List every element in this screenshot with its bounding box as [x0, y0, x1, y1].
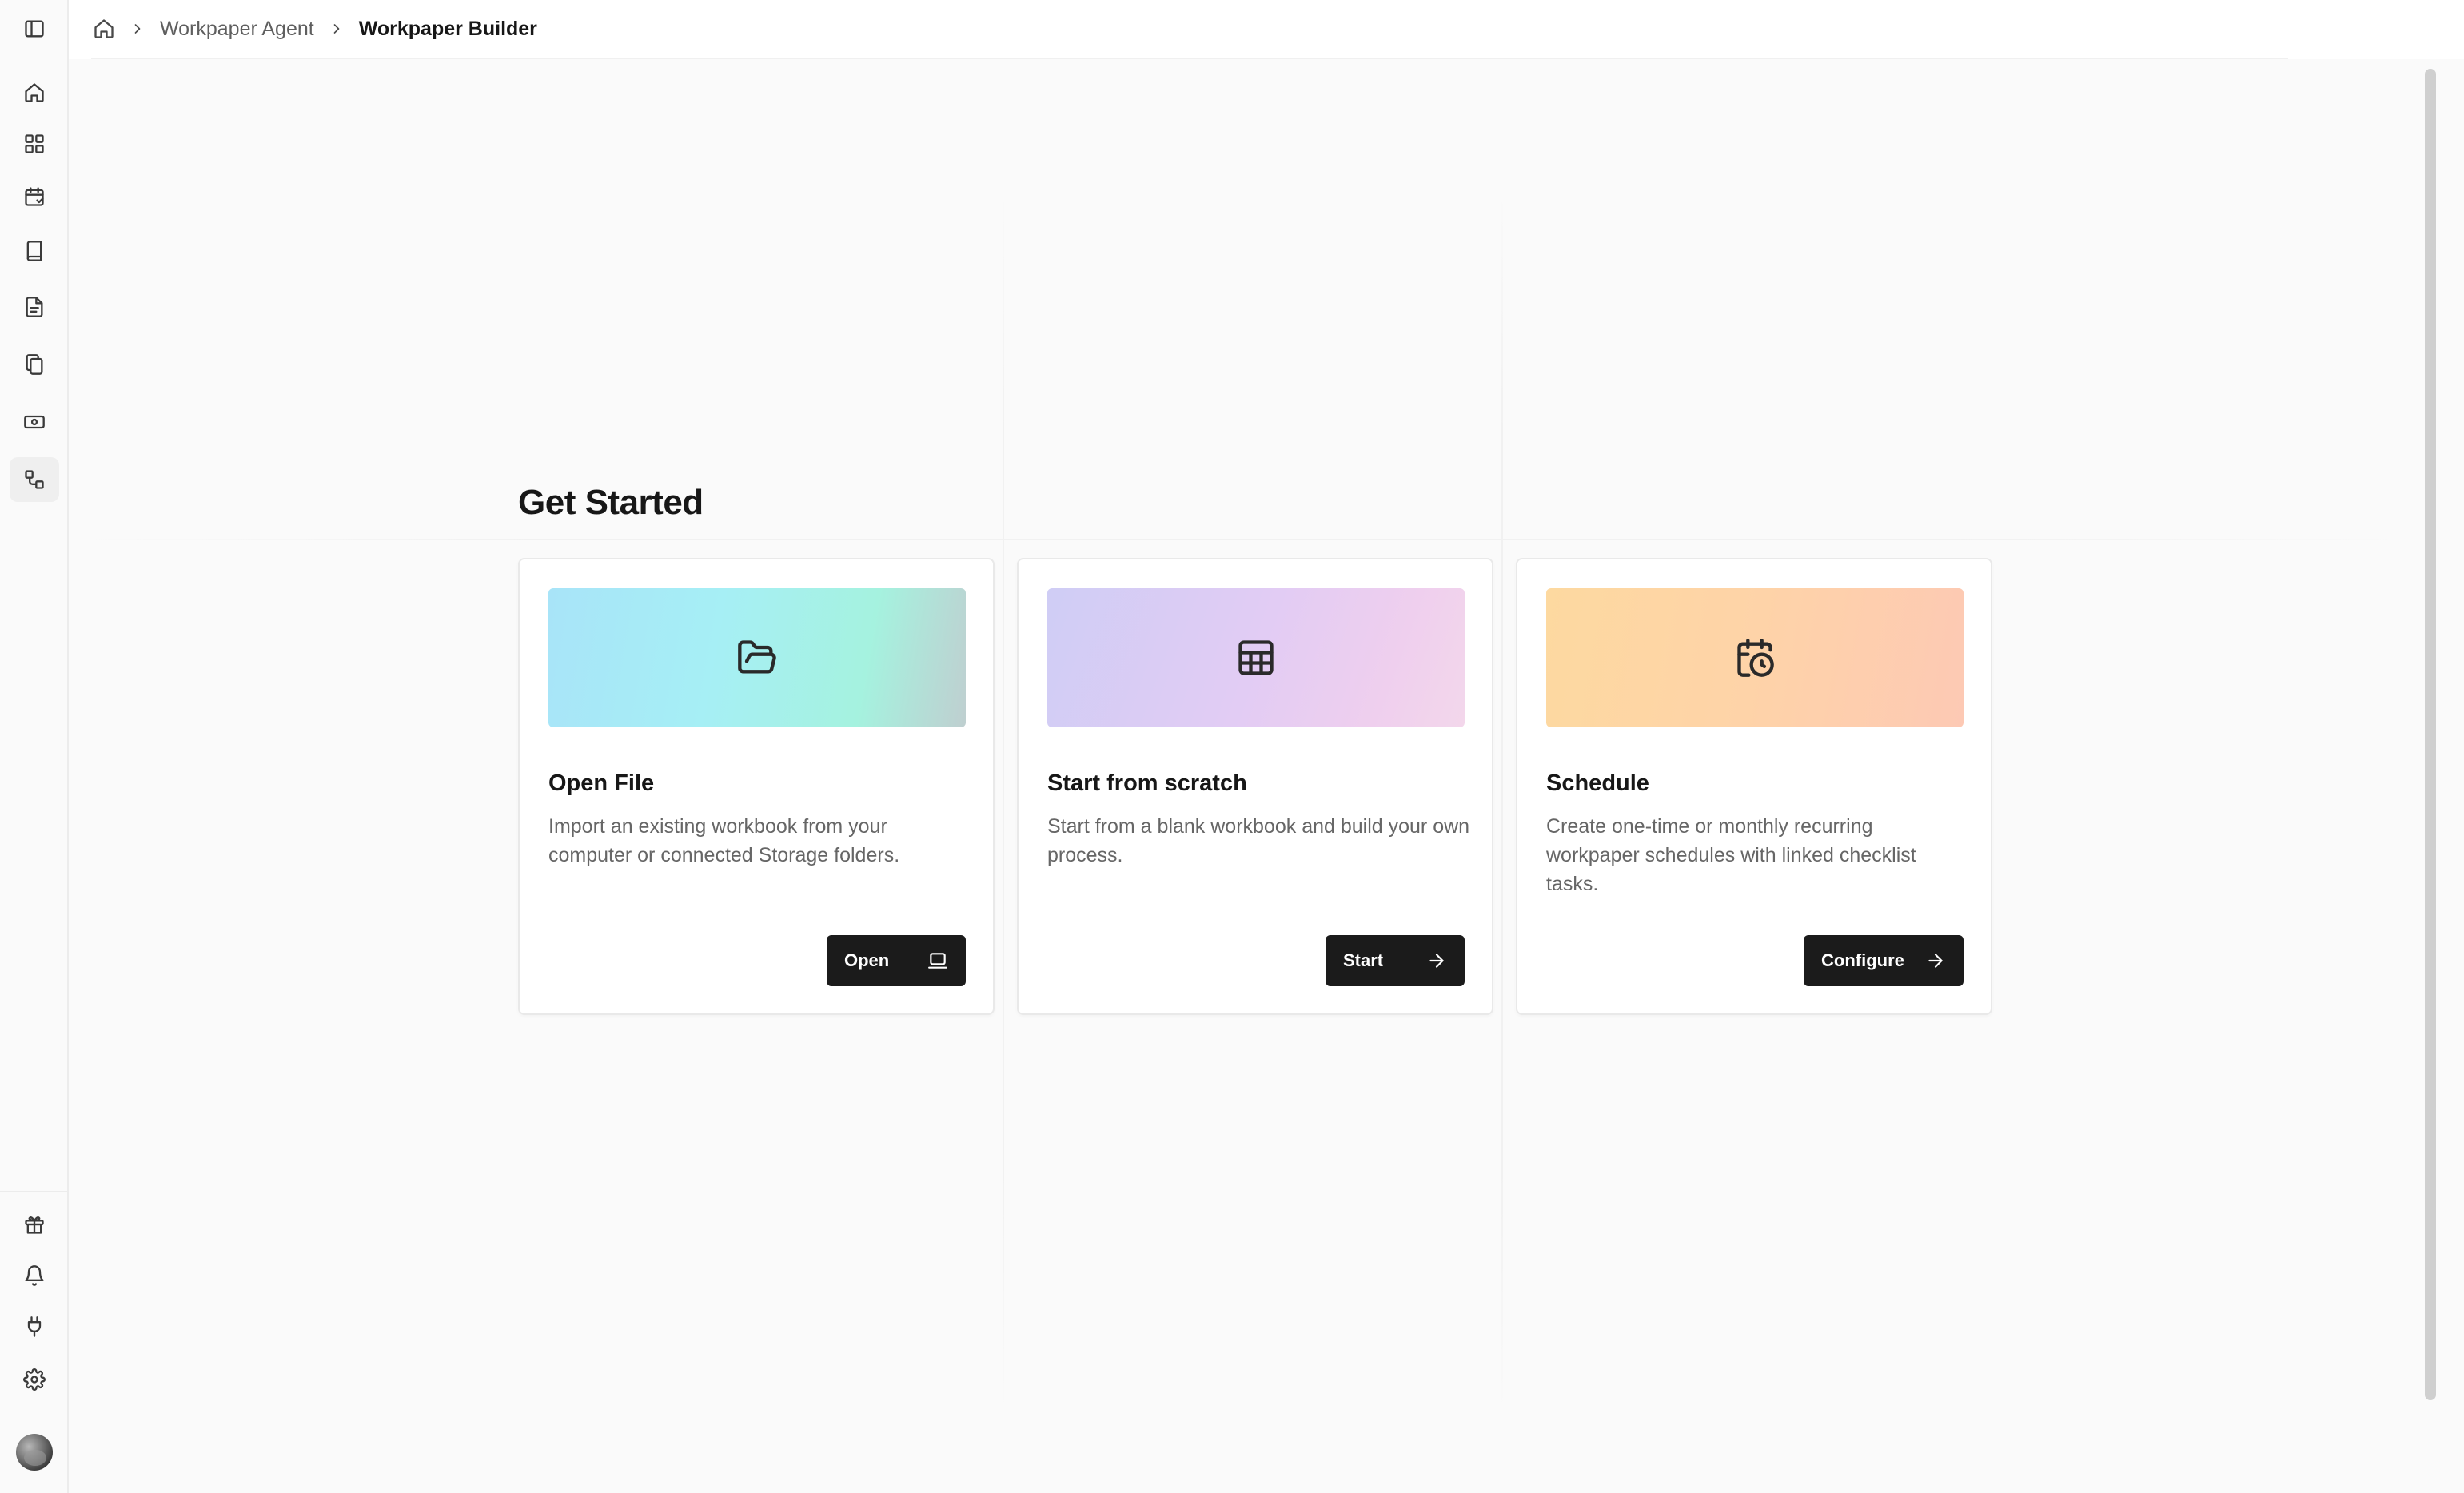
card-title: Schedule — [1546, 770, 1649, 796]
arrow-right-icon — [1925, 950, 1946, 971]
home-icon[interactable] — [10, 70, 59, 115]
scrollbar-track[interactable] — [2416, 59, 2464, 1493]
start-from-scratch-banner — [1047, 588, 1465, 727]
start-button[interactable]: Start — [1326, 935, 1465, 986]
card-title: Open File — [548, 770, 655, 796]
card-description: Start from a blank workbook and build yo… — [1047, 815, 1470, 866]
schedule-banner — [1546, 588, 1964, 727]
button-label: Open — [844, 950, 890, 970]
settings-gear-icon[interactable] — [10, 1357, 59, 1402]
user-avatar[interactable] — [16, 1434, 53, 1471]
arrow-right-icon — [1426, 950, 1447, 971]
gift-icon[interactable] — [10, 1202, 59, 1247]
document-icon[interactable] — [10, 285, 59, 329]
start-from-scratch-card: Start from scratch Start from a blank wo… — [1017, 558, 1493, 1015]
home-icon[interactable] — [93, 18, 115, 40]
table-grid-icon — [1235, 637, 1277, 679]
open-file-banner — [548, 588, 966, 727]
configure-button[interactable]: Configure — [1804, 935, 1964, 986]
button-label: Configure — [1821, 950, 1904, 970]
sidebar-divider — [0, 1191, 69, 1192]
schedule-card: Schedule Create one-time or monthly recu… — [1516, 558, 1992, 1015]
breadcrumb-item-workpaper-builder: Workpaper Builder — [358, 17, 537, 40]
background-grid-line — [1003, 187, 1004, 1418]
panel-left-icon[interactable] — [10, 6, 59, 51]
chevron-right-icon — [329, 21, 345, 37]
breadcrumb-item-workpaper-agent[interactable]: Workpaper Agent — [160, 18, 314, 41]
book-icon[interactable] — [10, 229, 59, 273]
dashboard-grid-icon[interactable] — [10, 121, 59, 166]
sidebar — [0, 0, 69, 1493]
open-button[interactable]: Open — [827, 935, 966, 986]
chevron-right-icon — [130, 21, 146, 37]
card-title: Start from scratch — [1047, 770, 1247, 796]
card-description: Import an existing workbook from your co… — [548, 815, 900, 866]
plug-icon[interactable] — [10, 1304, 59, 1349]
bell-icon[interactable] — [10, 1253, 59, 1298]
calendar-check-icon[interactable] — [10, 174, 59, 219]
folder-open-icon — [736, 637, 778, 679]
workflow-icon[interactable] — [10, 457, 59, 502]
files-copy-icon[interactable] — [10, 342, 59, 387]
button-label: Start — [1343, 950, 1384, 970]
page-title: Get Started — [518, 483, 704, 522]
banknote-icon[interactable] — [10, 400, 59, 444]
calendar-clock-icon — [1734, 637, 1776, 679]
laptop-icon — [927, 950, 948, 971]
background-grid-line — [1501, 187, 1503, 1418]
background-grid-line — [69, 539, 2416, 540]
card-description: Create one-time or monthly recurring wor… — [1546, 815, 1916, 895]
scrollbar-thumb[interactable] — [2425, 69, 2436, 1400]
breadcrumb: Workpaper Agent Workpaper Builder — [93, 14, 537, 43]
open-file-card: Open File Import an existing workbook fr… — [518, 558, 995, 1015]
top-bar: Workpaper Agent Workpaper Builder — [69, 0, 2464, 58]
